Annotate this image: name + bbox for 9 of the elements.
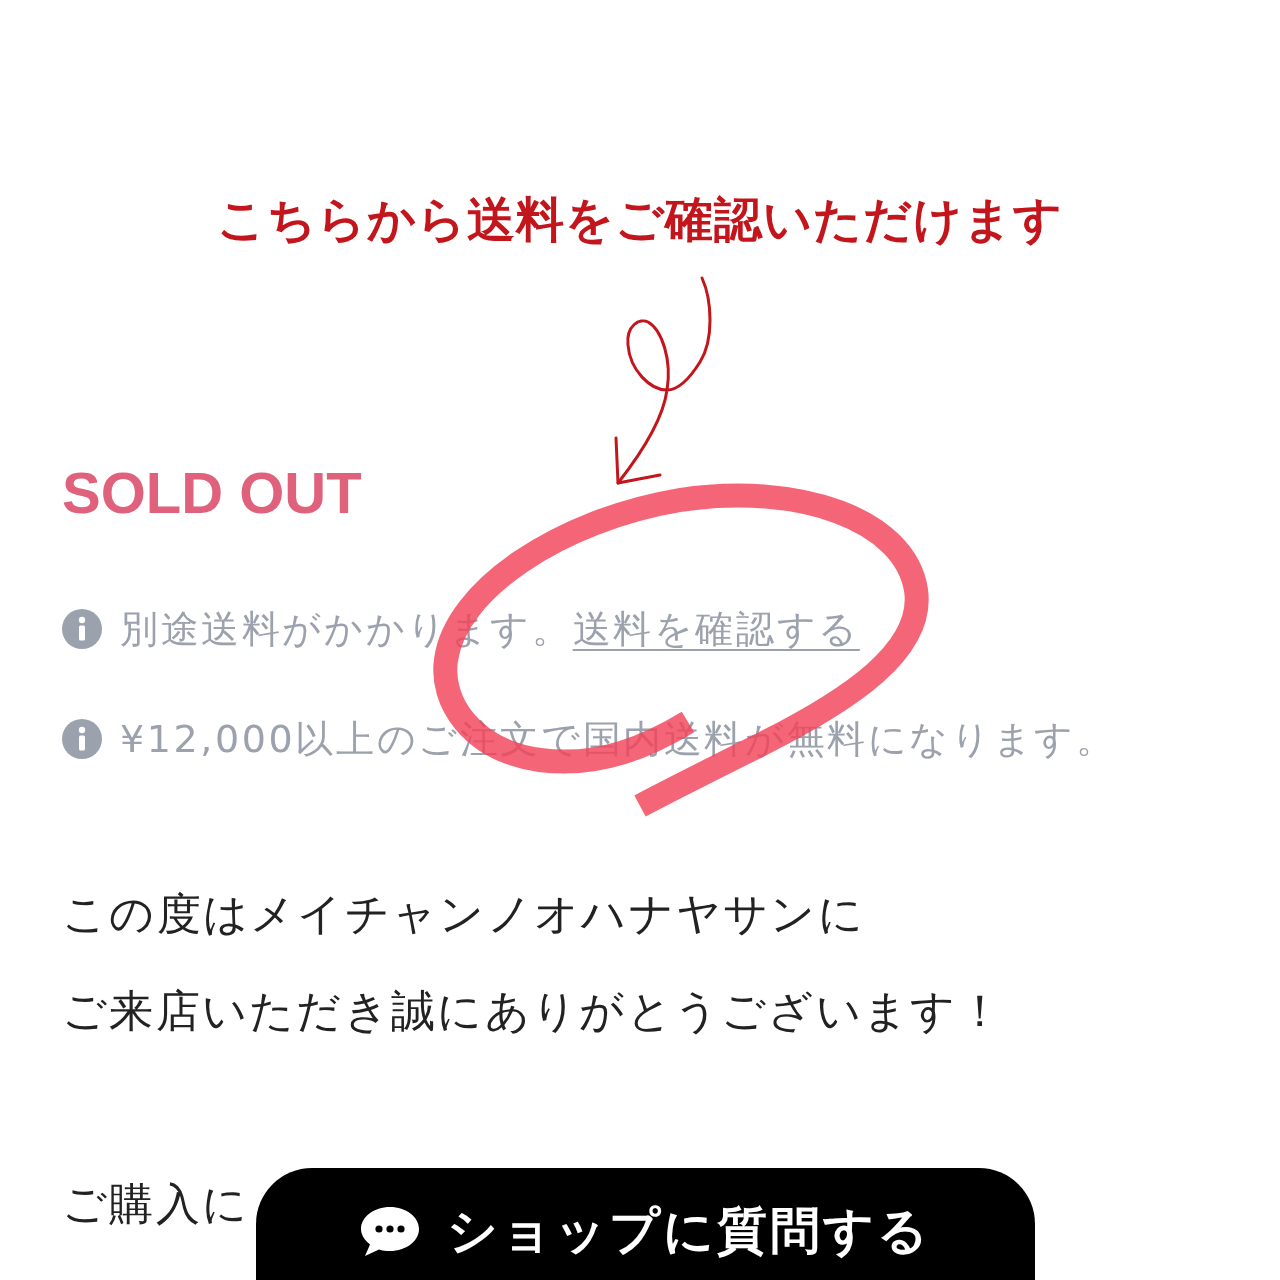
ask-shop-button[interactable]: ショップに質問する — [256, 1168, 1035, 1280]
info-icon — [62, 609, 102, 649]
annotation-caption: こちらから送料をご確認いただけます — [217, 190, 1063, 249]
greeting-text: ご来店いただき誠にありがとうございます！ — [62, 984, 1004, 1038]
info-icon — [62, 719, 102, 759]
greeting-text: この度はメイチャンノオハナヤサンに — [62, 887, 866, 941]
chat-bubble-icon — [360, 1205, 419, 1257]
purchase-text: ご購入に — [62, 1177, 250, 1231]
sold-out-label: SOLD OUT — [62, 459, 362, 527]
